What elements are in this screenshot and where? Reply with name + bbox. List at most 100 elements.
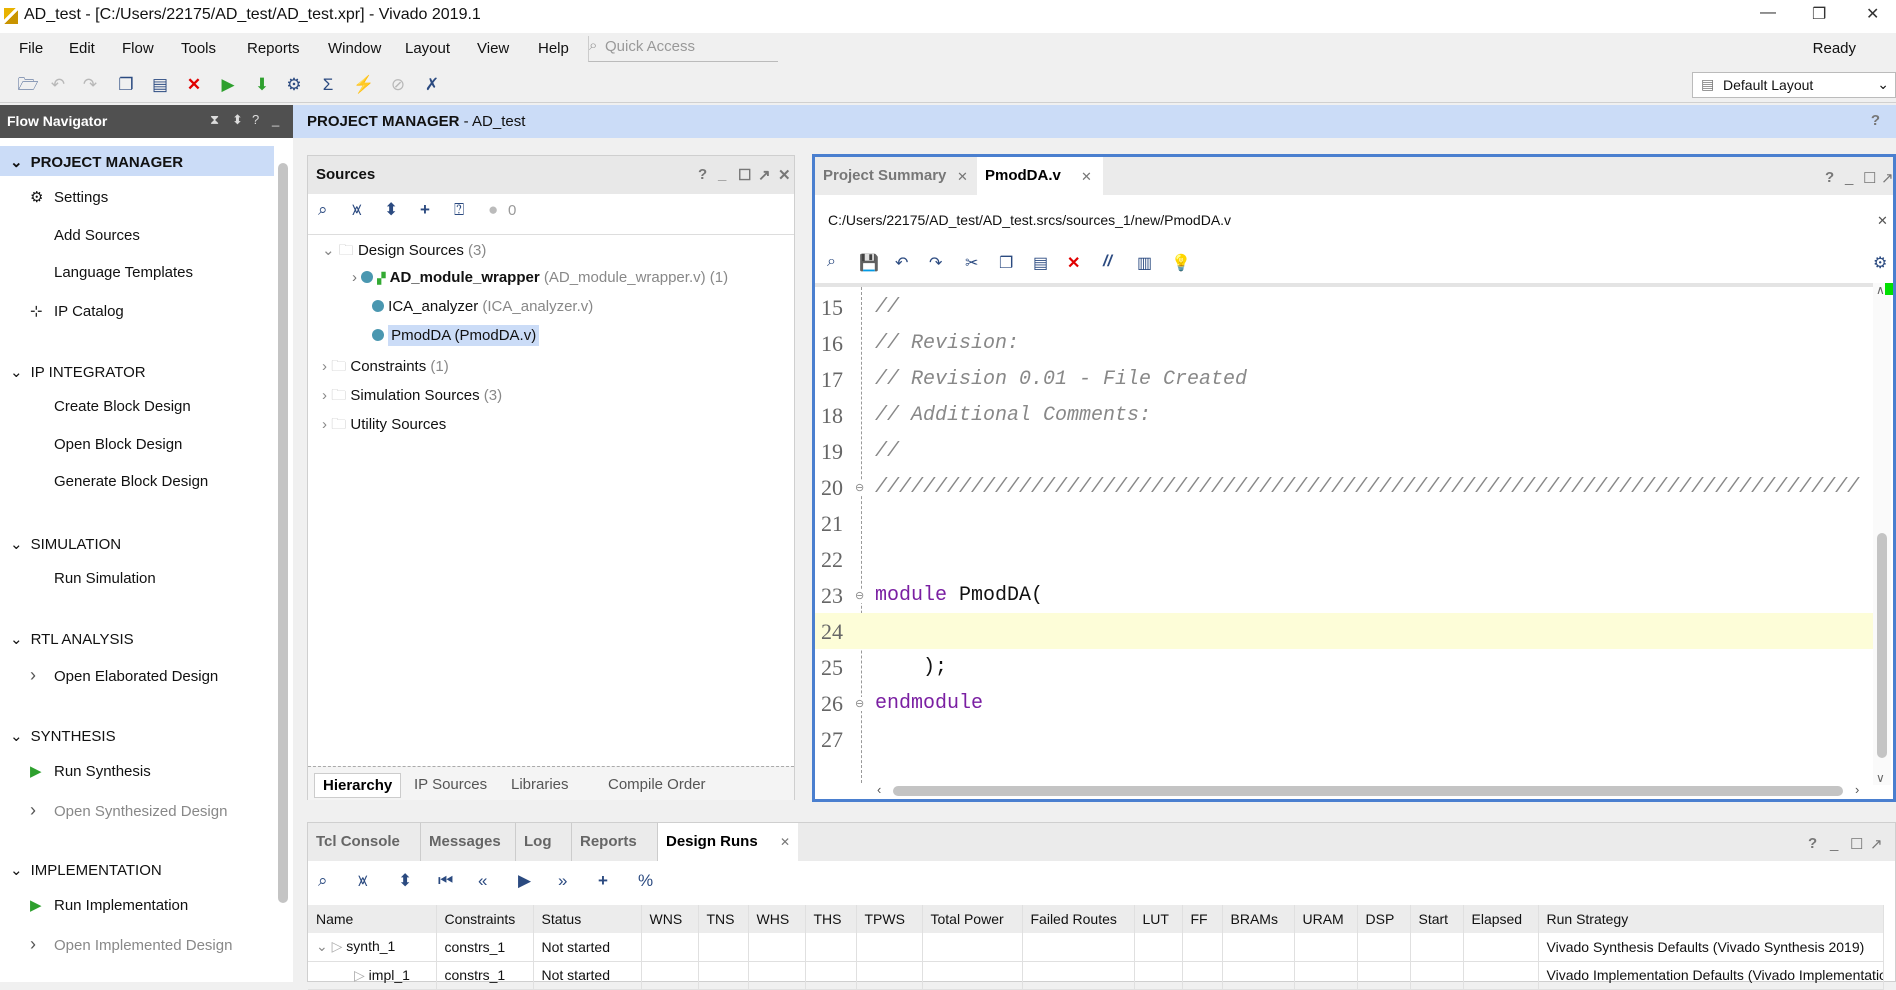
save-icon[interactable]: 💾 xyxy=(859,253,879,273)
column-header[interactable]: FF xyxy=(1182,905,1223,933)
previous-icon[interactable]: « xyxy=(478,871,487,891)
column-header[interactable]: WNS xyxy=(641,905,699,933)
chevron-right-icon[interactable]: › xyxy=(322,358,327,375)
percent-icon[interactable]: % xyxy=(638,871,653,891)
debug-icon[interactable]: ✗ xyxy=(420,74,444,96)
flow-section-ip-integrator[interactable]: ⌄ IP INTEGRATOR xyxy=(0,356,274,386)
chevron-right-icon[interactable]: › xyxy=(322,387,327,404)
menu-layout[interactable]: Layout xyxy=(405,40,450,57)
flow-section-project-manager[interactable]: ⌄ PROJECT MANAGER xyxy=(0,146,274,176)
undo-icon[interactable]: ↶ xyxy=(46,74,70,96)
scrollbar-thumb[interactable] xyxy=(1877,533,1887,758)
flow-section-simulation[interactable]: ⌄ SIMULATION xyxy=(0,528,274,558)
quick-access-search[interactable]: ⌕ Quick Access xyxy=(588,36,778,62)
tree-group-simulation-sources[interactable]: › 🗀 Simulation Sources (3) xyxy=(322,385,502,410)
layout-select[interactable]: ▤ Default Layout ⌄ xyxy=(1692,72,1896,98)
block-select-icon[interactable]: ▥ xyxy=(1137,253,1152,273)
program-icon[interactable]: ⬇ xyxy=(250,74,274,96)
paste-icon[interactable]: ▤ xyxy=(148,74,172,96)
flow-section-synthesis[interactable]: ⌄ SYNTHESIS xyxy=(0,720,274,750)
help-icon[interactable]: ? xyxy=(698,166,707,183)
collapse-all-icon[interactable]: ⧗ xyxy=(210,112,219,128)
settings-icon[interactable]: ⚙ xyxy=(282,74,306,96)
tree-item-ica_analyzer[interactable]: ICA_analyzer (ICA_analyzer.v) xyxy=(372,298,593,315)
minimize-icon[interactable]: _ xyxy=(1830,835,1838,852)
code-editor[interactable]: 15 // 16 // Revision: 17 // Revision 0.01 - F… xyxy=(815,283,1873,783)
flow-item-open-elaborated-design[interactable]: › Open Elaborated Design xyxy=(0,658,274,688)
expand-icon[interactable]: ⬍ xyxy=(232,112,243,128)
maximize-icon[interactable]: ☐ xyxy=(738,166,751,184)
close-path-icon[interactable]: ✕ xyxy=(1877,213,1888,229)
first-icon[interactable]: ⏮ xyxy=(438,871,453,891)
column-header[interactable]: DSP xyxy=(1357,905,1411,933)
flow-item-open-implemented-design[interactable]: › Open Implemented Design xyxy=(0,927,274,957)
restore-button[interactable]: ❐ xyxy=(1812,4,1826,24)
column-header[interactable]: Start xyxy=(1410,905,1464,933)
float-icon[interactable]: ↗ xyxy=(758,166,771,184)
menu-view[interactable]: View xyxy=(477,40,509,57)
tree-group-constraints[interactable]: › 🗀 Constraints (1) xyxy=(322,356,449,381)
scrollbar-thumb[interactable] xyxy=(893,786,1843,796)
delete-icon[interactable]: ✕ xyxy=(1067,253,1080,273)
flow-item-add-sources[interactable]: Add Sources xyxy=(0,220,274,250)
tab-hierarchy[interactable]: Hierarchy xyxy=(314,773,402,798)
minimize-icon[interactable]: _ xyxy=(1845,169,1853,186)
column-header[interactable]: BRAMs xyxy=(1222,905,1295,933)
add-sources-icon[interactable]: + xyxy=(420,200,430,220)
disabled-icon-2[interactable]: ⊘ xyxy=(386,74,410,96)
flow-item-run-synthesis[interactable]: ▶ Run Synthesis xyxy=(0,755,274,785)
maximize-icon[interactable]: ☐ xyxy=(1863,169,1876,187)
column-header[interactable]: URAM xyxy=(1294,905,1358,933)
column-header[interactable]: THS xyxy=(805,905,857,933)
redo-icon[interactable]: ↷ xyxy=(929,253,942,273)
column-header[interactable]: TNS xyxy=(698,905,749,933)
column-header[interactable]: Run Strategy xyxy=(1538,905,1884,933)
minimize-icon[interactable]: _ xyxy=(272,112,279,127)
tab-tcl-console[interactable]: Tcl Console xyxy=(308,823,421,861)
flow-section-implementation[interactable]: ⌄ IMPLEMENTATION xyxy=(0,854,274,884)
unknown-file-icon[interactable]: ⍰ xyxy=(454,200,464,220)
add-run-icon[interactable]: + xyxy=(598,871,608,891)
chevron-down-icon[interactable]: ⌄ xyxy=(322,242,335,259)
flow-item-open-block-design[interactable]: Open Block Design xyxy=(0,429,274,459)
maximize-icon[interactable]: ☐ xyxy=(1850,835,1863,853)
column-header[interactable]: WHS xyxy=(748,905,806,933)
gear-icon[interactable]: ⚙ xyxy=(1873,253,1887,273)
fold-icon[interactable]: ⊖ xyxy=(855,589,865,603)
menu-help[interactable]: Help xyxy=(538,40,569,57)
tab-ip-sources[interactable]: IP Sources xyxy=(406,773,495,796)
help-icon[interactable]: ? xyxy=(1871,112,1880,129)
flow-navigator-scrollbar[interactable] xyxy=(276,145,290,982)
help-icon[interactable]: ? xyxy=(252,112,259,127)
search-icon[interactable]: ⌕ xyxy=(318,200,328,220)
collapse-all-icon[interactable]: ⩙ xyxy=(352,200,362,220)
column-header[interactable]: Failed Routes xyxy=(1022,905,1135,933)
tab-libraries[interactable]: Libraries xyxy=(503,773,577,796)
redo-icon[interactable]: ↷ xyxy=(78,74,102,96)
next-icon[interactable]: ▶ xyxy=(518,871,531,891)
delete-icon[interactable]: ✕ xyxy=(182,74,206,96)
menu-edit[interactable]: Edit xyxy=(69,40,95,57)
close-icon[interactable]: ✕ xyxy=(957,169,968,185)
hint-icon[interactable]: 💡 xyxy=(1171,253,1191,273)
flow-item-language-templates[interactable]: Language Templates xyxy=(0,257,274,287)
help-icon[interactable]: ? xyxy=(1808,835,1817,852)
menu-tools[interactable]: Tools xyxy=(181,40,216,57)
tab-messages[interactable]: Messages xyxy=(421,823,516,861)
table-row[interactable]: ⌄ ▷ synth_1 constrs_1 Not started Vivado Sy… xyxy=(308,933,1884,962)
menu-flow[interactable]: Flow xyxy=(122,40,154,57)
undo-icon[interactable]: ↶ xyxy=(895,253,908,273)
chevron-right-icon[interactable]: › xyxy=(352,269,357,286)
search-icon[interactable]: ⌕ xyxy=(827,253,836,271)
tree-design-sources[interactable]: ⌄ 🗀 Design Sources (3) xyxy=(322,240,486,265)
column-header[interactable]: Status xyxy=(533,905,642,933)
menu-window[interactable]: Window xyxy=(328,40,381,57)
chevron-right-icon[interactable]: › xyxy=(322,416,327,433)
last-icon[interactable]: » xyxy=(558,871,567,891)
column-header[interactable]: LUT xyxy=(1134,905,1183,933)
disabled-icon-1[interactable]: ⚡ xyxy=(352,74,376,96)
close-button[interactable]: ✕ xyxy=(1866,4,1879,24)
copy-icon[interactable]: ❐ xyxy=(999,253,1013,273)
fold-icon[interactable]: ⊖ xyxy=(855,697,865,711)
expand-all-icon[interactable]: ⬍ xyxy=(384,200,398,220)
